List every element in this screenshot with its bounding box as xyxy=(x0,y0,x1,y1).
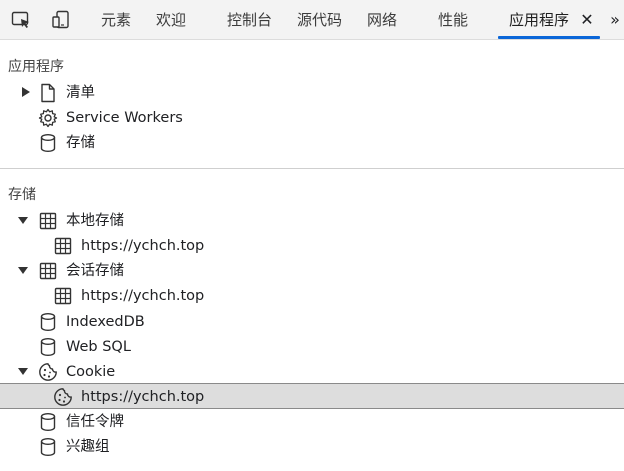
table-grid-icon xyxy=(54,287,72,305)
tree-item-local-storage[interactable]: 本地存储 xyxy=(0,208,624,233)
table-grid-icon xyxy=(54,237,72,255)
database-icon xyxy=(40,438,56,457)
tree-item-label: 会话存储 xyxy=(66,263,124,279)
cookie-icon xyxy=(39,363,57,381)
tree-item-cookies[interactable]: Cookie xyxy=(0,359,624,384)
tree-item-label: https://ychch.top xyxy=(81,389,205,405)
table-grid-icon xyxy=(39,212,57,230)
table-grid-icon xyxy=(39,262,57,280)
application-section-header: 应用程序 xyxy=(8,59,64,75)
tree-item-label: Service Workers xyxy=(66,110,183,126)
file-icon xyxy=(41,83,55,103)
close-tab-icon[interactable]: ✕ xyxy=(578,10,596,30)
tree-item-label: Cookie xyxy=(66,364,116,380)
active-tab-indicator xyxy=(498,36,600,39)
database-icon xyxy=(40,313,56,332)
expand-arrow-down-icon[interactable] xyxy=(17,264,29,276)
expand-arrow-down-icon[interactable] xyxy=(17,365,29,377)
tree-item-label: Web SQL xyxy=(66,339,131,355)
tree-item-label: https://ychch.top xyxy=(81,288,205,304)
tree-item-label: https://ychch.top xyxy=(81,238,205,254)
database-icon xyxy=(40,338,56,357)
tree-item-session-storage[interactable]: 会话存储 xyxy=(0,258,624,283)
tree-item-storage-overview[interactable]: 存储 xyxy=(0,130,624,155)
expand-arrow-down-icon[interactable] xyxy=(17,214,29,226)
tab-console[interactable]: 控制台 xyxy=(227,0,272,40)
tab-application[interactable]: 应用程序 xyxy=(509,0,569,40)
tree-item-websql[interactable]: Web SQL xyxy=(0,334,624,359)
tree-item-label: 存储 xyxy=(66,135,95,151)
tree-item-local-storage-origin[interactable]: https://ychch.top xyxy=(0,233,624,258)
tree-item-label: 兴趣组 xyxy=(66,439,110,455)
tree-item-label: IndexedDB xyxy=(66,314,145,330)
tab-sources[interactable]: 源代码 xyxy=(297,0,342,40)
devtools-toolbar: 元素 欢迎 控制台 源代码 网络 性能 应用程序 ✕ » xyxy=(0,0,624,40)
database-icon xyxy=(40,134,56,153)
tree-item-cookie-origin[interactable]: https://ychch.top xyxy=(0,383,624,409)
tree-item-label: 本地存储 xyxy=(66,213,124,229)
tab-elements[interactable]: 元素 xyxy=(101,0,131,40)
tree-item-service-workers[interactable]: Service Workers xyxy=(0,105,624,130)
device-emulation-icon[interactable] xyxy=(50,9,72,31)
tree-item-label: 清单 xyxy=(66,85,95,101)
tree-item-indexeddb[interactable]: IndexedDB xyxy=(0,309,624,334)
cookie-icon xyxy=(54,388,72,406)
database-icon xyxy=(40,413,56,432)
inspect-element-icon[interactable] xyxy=(10,9,32,31)
tab-network[interactable]: 网络 xyxy=(367,0,397,40)
tree-item-session-storage-origin[interactable]: https://ychch.top xyxy=(0,283,624,308)
tree-item-label: 信任令牌 xyxy=(66,414,124,430)
tree-item-interest-groups[interactable]: 兴趣组 xyxy=(0,434,624,459)
expand-arrow-right-icon[interactable] xyxy=(20,86,32,98)
tree-item-manifest[interactable]: 清单 xyxy=(0,80,624,105)
section-divider xyxy=(0,168,624,169)
tab-welcome[interactable]: 欢迎 xyxy=(156,0,186,40)
gear-icon xyxy=(38,108,58,128)
tree-item-trust-tokens[interactable]: 信任令牌 xyxy=(0,409,624,434)
more-tabs-icon[interactable]: » xyxy=(606,9,624,31)
tab-performance[interactable]: 性能 xyxy=(438,0,468,40)
storage-section-header: 存储 xyxy=(8,187,36,203)
